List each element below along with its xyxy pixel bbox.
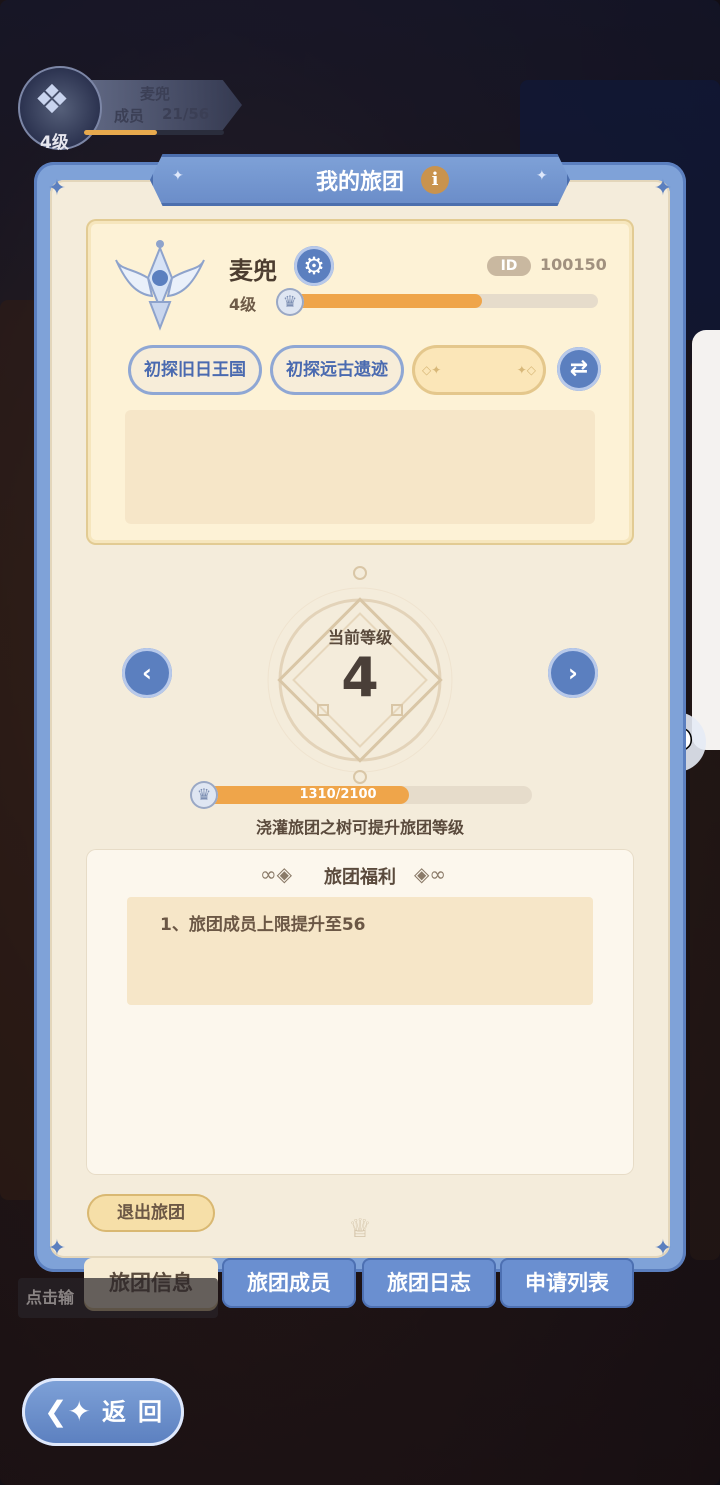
star-ornament: ✦: [536, 168, 548, 184]
star-ornament: ✦: [172, 168, 184, 184]
title-tag-empty-slot[interactable]: ◇✦ ✦◇: [412, 345, 546, 395]
tab-guild-log[interactable]: 旅团日志: [362, 1258, 496, 1308]
wing-emblem-icon: ❖: [34, 77, 70, 123]
experience-text: 1310/2100: [299, 787, 377, 802]
side-drawer[interactable]: [692, 330, 720, 750]
experience-hint: 浇灌旅团之树可提升旅团等级: [255, 818, 464, 837]
previous-level-button[interactable]: ‹: [122, 648, 172, 698]
tab-guild-members[interactable]: 旅团成员: [222, 1258, 356, 1308]
tab-application-list[interactable]: 申请列表: [500, 1258, 634, 1308]
back-arrow-icon: ❮✦: [44, 1395, 91, 1428]
corner-ornament: ✦: [47, 1236, 67, 1261]
title-tag-2[interactable]: 初探远古遗迹: [270, 345, 404, 395]
mini-progress-bar: [84, 130, 224, 135]
info-icon[interactable]: i: [421, 166, 449, 194]
corner-ornament: ✦: [653, 1236, 673, 1261]
background-hint: 点击输: [18, 1278, 218, 1318]
settings-button[interactable]: ⚙: [294, 246, 334, 286]
chevron-right-icon: ›: [568, 659, 578, 687]
guild-id: 100150: [540, 255, 607, 274]
swap-icon: ⇄: [569, 356, 589, 381]
level-progress-bar: [292, 294, 598, 308]
gear-icon: ⚙: [303, 252, 325, 280]
corner-ornament: ✦: [47, 176, 67, 201]
ornament-right-icon: ◈∞: [414, 862, 447, 886]
current-level-value: 4: [341, 646, 379, 709]
crown-icon: ♛: [190, 781, 218, 809]
chevron-left-icon: ‹: [142, 659, 152, 687]
benefit-item: 1、旅团成员上限提升至56: [160, 915, 366, 935]
mini-members-count: 21/56: [162, 105, 210, 123]
current-level-label: 当前等级: [327, 628, 392, 647]
leave-guild-button[interactable]: 退出旅团: [87, 1194, 215, 1232]
ornament-left-icon: ∞◈: [260, 862, 293, 886]
swap-tags-button[interactable]: ⇄: [557, 347, 601, 391]
mini-guild-level: 4级: [40, 133, 69, 153]
benefits-title: 旅团福利: [324, 867, 396, 888]
back-label: 返回: [102, 1398, 174, 1426]
back-button[interactable]: ❮✦ 返回: [22, 1378, 184, 1446]
guild-description-box[interactable]: [125, 410, 595, 524]
guild-name: 麦兜: [229, 257, 277, 285]
page-title: 我的旅团: [315, 170, 404, 195]
mini-guild-name: 麦兜: [140, 85, 171, 103]
crown-icon: ♛: [276, 288, 304, 316]
diamond-ornament: ◇✦: [422, 363, 442, 377]
id-badge: ID: [487, 256, 531, 276]
crown-ornament: ♕: [348, 1214, 372, 1244]
title-tag-1[interactable]: 初探旧日王国: [128, 345, 262, 395]
guild-emblem-icon: [115, 240, 205, 331]
mini-members-label: 成员: [114, 107, 145, 125]
diamond-ornament: ✦◇: [516, 363, 536, 377]
level-progress-fill: [292, 294, 482, 308]
next-level-button[interactable]: ›: [548, 648, 598, 698]
mini-progress-fill: [84, 130, 157, 135]
guild-level: 4级: [229, 295, 257, 314]
corner-ornament: ✦: [653, 176, 673, 201]
